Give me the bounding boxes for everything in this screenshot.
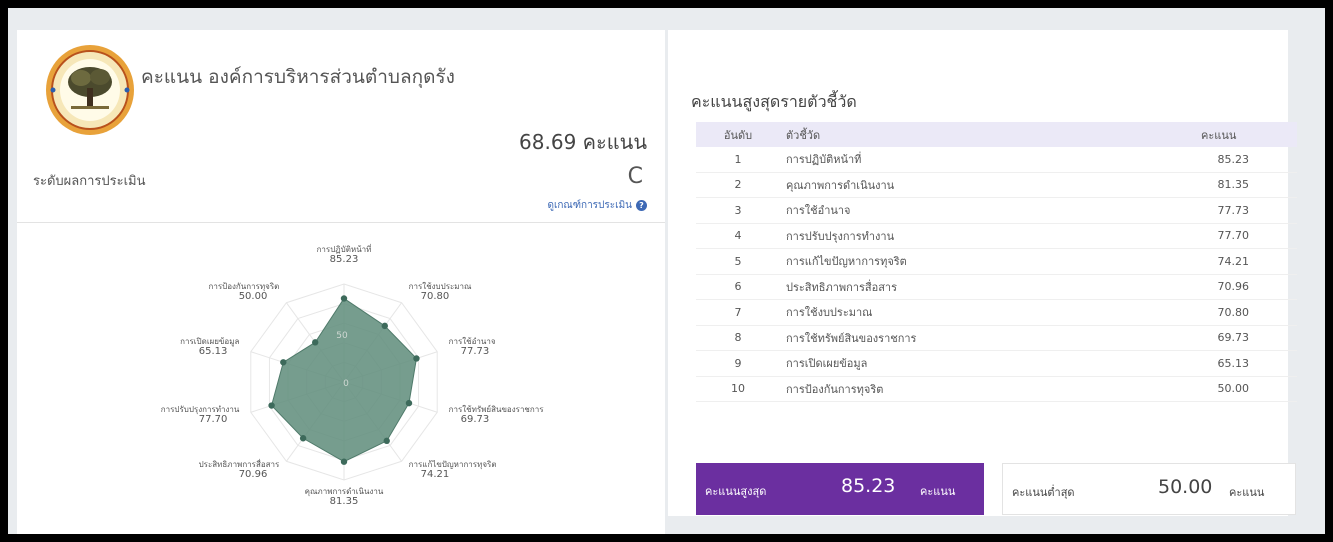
score-cell: 70.96 (1106, 274, 1297, 300)
max-score-value: 85.23 (841, 475, 896, 497)
score-card: คะแนน องค์การบริหารส่วนตำบลกุดรัง 68.69 … (17, 30, 665, 534)
radar-data-point (381, 322, 388, 330)
radar-data-point (413, 355, 420, 362)
radar-data-point (311, 339, 319, 346)
radar-value-label: 70.96 (239, 469, 268, 480)
score-cell: 77.73 (1106, 197, 1297, 224)
column-header-score: คะแนน (1106, 122, 1297, 147)
score-cell: 74.21 (1106, 248, 1297, 275)
indicator-cell: คุณภาพการดำเนินงาน (780, 172, 1106, 198)
table-row: 7 การใช้งบประมาณ 70.80 (696, 299, 1297, 326)
rank-cell: 3 (696, 197, 780, 224)
score-cell: 70.80 (1106, 299, 1297, 326)
rank-cell: 9 (696, 350, 780, 377)
table-row: 6 ประสิทธิภาพการสื่อสาร 70.96 (696, 274, 1297, 300)
indicator-cell: ประสิทธิภาพการสื่อสาร (780, 274, 1106, 300)
radar-tick-label: 50 (336, 331, 348, 341)
radar-value-label: 77.73 (461, 346, 490, 357)
radar-value-label: 65.13 (199, 346, 228, 357)
radar-value-label: 69.73 (461, 414, 490, 425)
radar-data-point (268, 402, 275, 409)
radar-data-point (383, 437, 390, 445)
score-cell: 81.35 (1106, 172, 1297, 198)
radar-tick-label: 0 (343, 379, 349, 389)
table-row: 10 การป้องกันการทุจริต 50.00 (696, 376, 1297, 402)
radar-value-label: 74.21 (421, 469, 450, 480)
radar-category-label: ประสิทธิภาพการสื่อสาร (199, 458, 280, 469)
radar-data-point (405, 399, 413, 407)
score-cell: 77.70 (1106, 223, 1297, 249)
max-score-box: คะแนนสูงสุด 85.23 คะแนน (696, 463, 984, 515)
indicator-cell: การปรับปรุงการทำงาน (780, 223, 1106, 249)
max-score-unit: คะแนน (920, 485, 956, 498)
min-score-label: คะแนนต่ำสุด (1012, 486, 1075, 499)
min-score-unit: คะแนน (1229, 486, 1265, 499)
radar-value-label: 85.23 (330, 254, 359, 265)
radar-category-label: การปรับปรุงการทำงาน (161, 405, 240, 414)
radar-category-label: การใช้ทรัพย์สินของราชการ (449, 404, 545, 414)
view-criteria-link[interactable]: ดูเกณฑ์การประเมิน ? (547, 198, 647, 213)
column-header-indicator: ตัวชี้วัด (780, 122, 1106, 147)
radar-value-label: 77.70 (199, 414, 228, 425)
indicator-cell: การเปิดเผยข้อมูล (780, 350, 1106, 377)
column-header-rank: อันดับ (696, 122, 780, 147)
indicator-cell: การปฏิบัติหน้าที่ (780, 147, 1106, 173)
radar-data-point (280, 359, 287, 366)
radar-category-label: การใช้อำนาจ (449, 337, 496, 346)
organization-logo (46, 45, 134, 135)
table-header-row: อันดับ ตัวชี้วัด คะแนน (696, 122, 1297, 147)
rank-cell: 5 (696, 248, 780, 275)
radar-value-label: 70.80 (421, 291, 450, 302)
radar-category-label: การใช้งบประมาณ (409, 282, 472, 291)
min-score-box: คะแนนต่ำสุด 50.00 คะแนน (1002, 463, 1296, 515)
radar-value-label: 50.00 (239, 291, 268, 302)
rank-cell: 1 (696, 147, 780, 173)
ranking-panel: คะแนนสูงสุดรายตัวชี้วัด อันดับ ตัวชี้วัด… (668, 30, 1297, 516)
radar-data-point (340, 295, 348, 302)
min-score-value: 50.00 (1158, 476, 1213, 498)
grade-value: C (627, 164, 643, 189)
organization-score-title: คะแนน องค์การบริหารส่วนตำบลกุดรัง (141, 66, 455, 88)
question-circle-icon[interactable]: ? (636, 200, 647, 211)
table-row: 3 การใช้อำนาจ 77.73 (696, 197, 1297, 224)
radar-category-label: คุณภาพการดำเนินงาน (305, 487, 384, 496)
rank-cell: 4 (696, 223, 780, 249)
ranking-title: คะแนนสูงสุดรายตัวชี้วัด (691, 92, 857, 111)
indicator-cell: การป้องกันการทุจริต (780, 376, 1106, 402)
score-cell: 69.73 (1106, 325, 1297, 351)
table-row: 2 คุณภาพการดำเนินงาน 81.35 (696, 172, 1297, 198)
score-cell: 85.23 (1106, 147, 1297, 173)
divider (17, 222, 665, 223)
rank-cell: 2 (696, 172, 780, 198)
table-row: 8 การใช้ทรัพย์สินของราชการ 69.73 (696, 325, 1297, 351)
indicator-cell: การใช้อำนาจ (780, 197, 1106, 224)
table-row: 4 การปรับปรุงการทำงาน 77.70 (696, 223, 1297, 249)
total-score: 68.69 คะแนน (519, 130, 647, 154)
indicator-cell: การแก้ไขปัญหาการทุจริต (780, 248, 1106, 275)
radar-value-label: 81.35 (330, 496, 359, 507)
score-cell: 65.13 (1106, 350, 1297, 377)
page-frame: คะแนน องค์การบริหารส่วนตำบลกุดรัง 68.69 … (8, 8, 1325, 534)
assessment-level-label: ระดับผลการประเมิน (33, 174, 146, 189)
table-row: 1 การปฏิบัติหน้าที่ 85.23 (696, 147, 1297, 173)
rank-cell: 8 (696, 325, 780, 351)
radar-category-label: การปฏิบัติหน้าที่ (317, 243, 372, 254)
indicator-cell: การใช้งบประมาณ (780, 299, 1106, 326)
ranking-table: อันดับ ตัวชี้วัด คะแนน 1 การปฏิบัติหน้าที… (696, 122, 1297, 402)
table-row: 5 การแก้ไขปัญหาการทุจริต 74.21 (696, 248, 1297, 275)
table-row: 9 การเปิดเผยข้อมูล 65.13 (696, 350, 1297, 377)
rank-cell: 6 (696, 274, 780, 300)
max-score-label: คะแนนสูงสุด (705, 485, 767, 498)
rank-cell: 10 (696, 376, 780, 402)
score-cell: 50.00 (1106, 376, 1297, 402)
radar-category-label: การแก้ไขปัญหาการทุจริต (409, 460, 497, 469)
view-criteria-label: ดูเกณฑ์การประเมิน (547, 200, 632, 211)
radar-category-label: การป้องกันการทุจริต (209, 282, 280, 291)
radar-data-point (299, 435, 307, 442)
radar-data-point (340, 458, 348, 465)
radar-chart: 050การปฏิบัติหน้าที่85.23การใช้งบประมาณ7… (161, 243, 545, 507)
indicator-cell: การใช้ทรัพย์สินของราชการ (780, 325, 1106, 351)
rank-cell: 7 (696, 299, 780, 326)
